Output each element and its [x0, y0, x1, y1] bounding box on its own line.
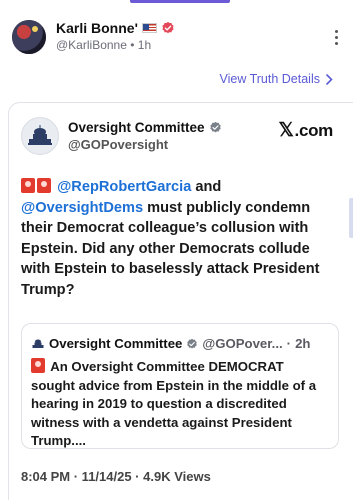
quote-time: 2h [295, 336, 311, 351]
tweet-text-part: and [191, 179, 222, 195]
handle-line: @KarliBonne • 1h [56, 38, 152, 52]
capitol-small-icon [32, 339, 44, 348]
quote-handle[interactable]: @GOPover... [202, 336, 282, 351]
chevron-right-icon [326, 73, 333, 85]
mention-repgarcia[interactable]: @RepRobertGarcia [57, 179, 191, 195]
quote-header: Oversight Committee @GOPover... · 2h [31, 336, 330, 351]
quote-text: An Oversight Committee DEMOCRAT sought a… [31, 359, 317, 449]
display-name[interactable]: Karli Bonne' [56, 20, 138, 36]
post-header: Karli Bonne' @KarliBonne • 1h [12, 18, 341, 62]
quoted-tweet[interactable]: Oversight Committee @GOPover... · 2h An … [21, 323, 339, 449]
view-truth-details-link[interactable]: View Truth Details [219, 72, 333, 86]
tweet-body: @RepRobertGarcia and @OversightDems must… [21, 177, 337, 301]
view-details-label: View Truth Details [219, 72, 320, 86]
quote-account-name[interactable]: Oversight Committee [49, 336, 182, 351]
tweet-account-handle[interactable]: @GOPoversight [68, 137, 222, 152]
user-handle[interactable]: @KarliBonne [56, 38, 127, 52]
police-siren-icon [31, 358, 45, 373]
us-flag-icon [141, 23, 157, 33]
police-siren-icon [21, 178, 35, 193]
tweet-account-name[interactable]: Oversight Committee [68, 120, 205, 135]
mention-oversightdems[interactable]: @OversightDems [21, 200, 143, 216]
x-logo-icon: 𝕏 [278, 120, 294, 141]
oversight-avatar[interactable] [21, 117, 59, 155]
embedded-post-card[interactable]: Oversight Committee @GOPoversight 𝕏 .com … [8, 102, 353, 500]
quote-body: An Oversight Committee DEMOCRAT sought a… [31, 358, 328, 451]
tweet-timestamp: 8:04 PM · 11/14/25 · 4.9K Views [21, 469, 211, 484]
police-siren-icon [37, 178, 51, 193]
verified-badge-icon [162, 21, 174, 34]
user-info: Karli Bonne' @KarliBonne • 1h [56, 20, 175, 52]
user-avatar[interactable] [12, 20, 46, 54]
gray-verified-badge-icon [209, 121, 221, 133]
post-time: 1h [137, 38, 152, 52]
side-tab[interactable] [349, 198, 353, 238]
tweet-account-info: Oversight Committee @GOPoversight [68, 120, 222, 152]
more-vertical-icon[interactable] [333, 30, 339, 45]
gray-verified-badge-icon [187, 338, 198, 349]
top-scroll-indicator [130, 0, 230, 3]
x-com-brand: 𝕏 .com [279, 119, 334, 142]
brand-suffix: .com [294, 120, 334, 140]
capitol-logo-icon [28, 125, 52, 145]
tweet-header: Oversight Committee @GOPoversight 𝕏 .com [21, 117, 341, 157]
